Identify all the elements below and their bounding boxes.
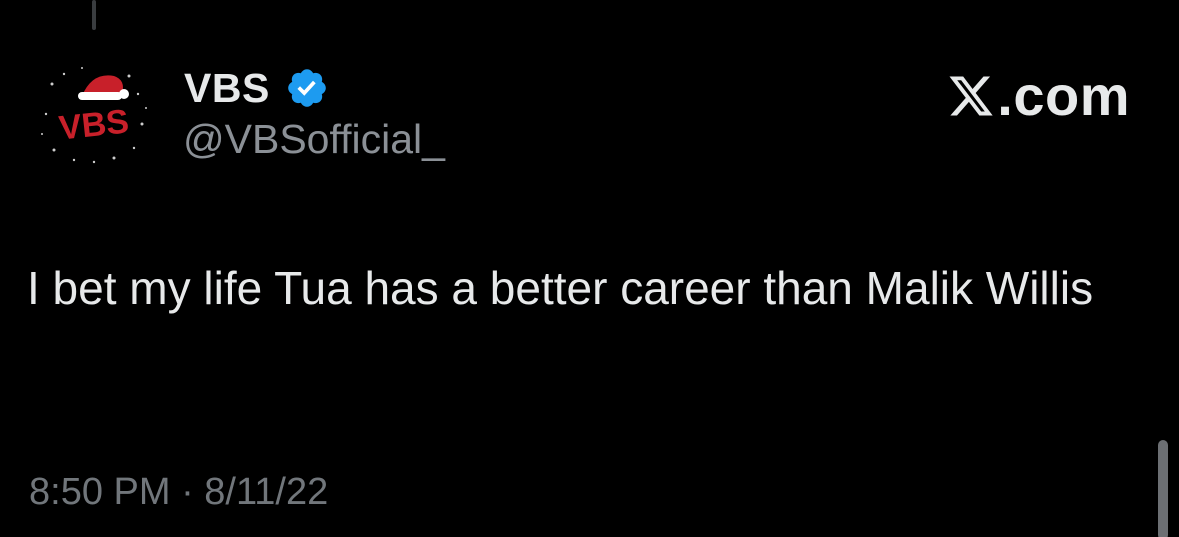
santa-hat-logo-icon: VBS: [41, 67, 147, 164]
thread-connector-line: [92, 0, 96, 30]
avatar[interactable]: VBS: [34, 54, 154, 174]
user-handle[interactable]: @VBSofficial_: [183, 115, 445, 163]
scrollbar-thumb[interactable]: [1158, 440, 1168, 537]
x-logo-icon: [949, 76, 993, 116]
x-com-watermark: .com: [947, 66, 1130, 126]
tweet-timestamp[interactable]: 8:50 PM · 8/11/22: [29, 468, 328, 516]
display-name[interactable]: VBS: [184, 64, 270, 112]
brand-domain-text: .com: [997, 64, 1130, 127]
verified-badge-icon: [288, 69, 326, 107]
tweet-text: I bet my life Tua has a better career th…: [27, 262, 1094, 314]
svg-text:VBS: VBS: [57, 102, 131, 147]
